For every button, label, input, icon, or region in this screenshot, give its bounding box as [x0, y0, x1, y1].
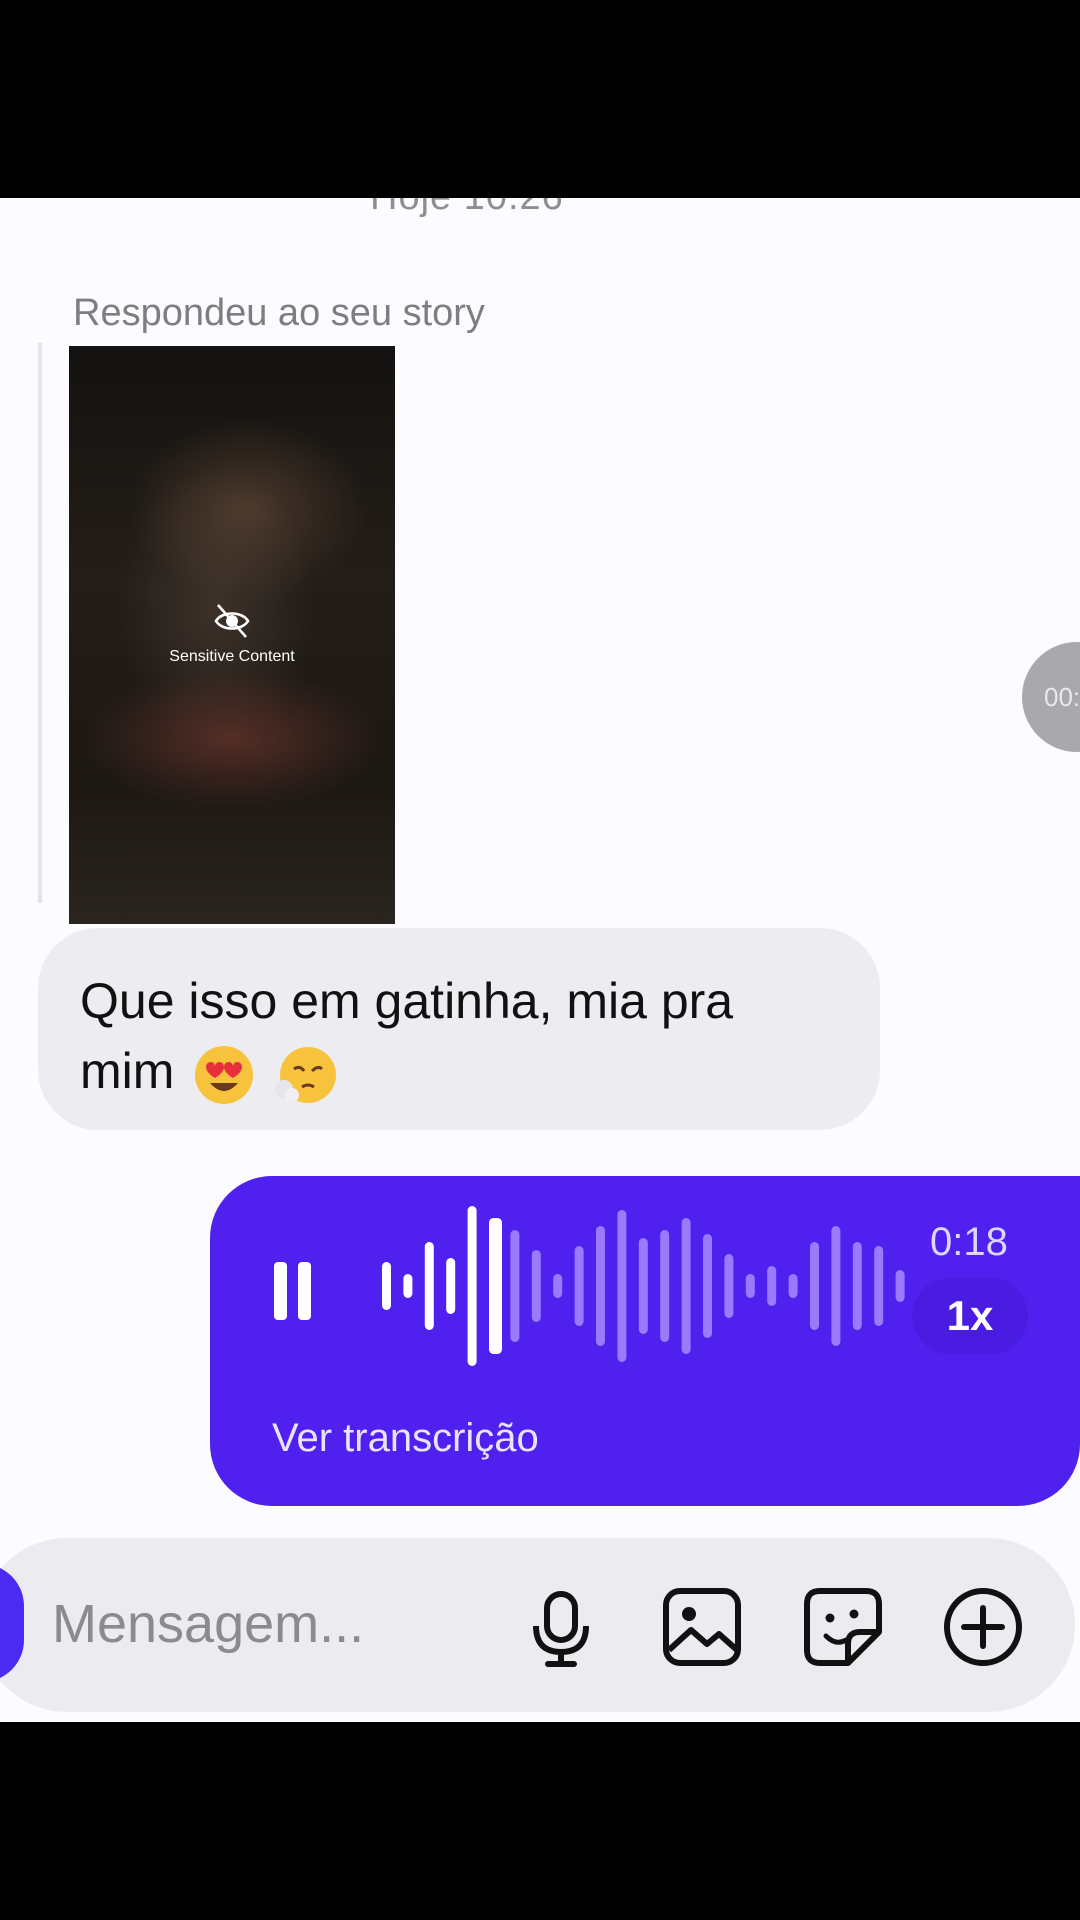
sensitive-content-label: Sensitive Content	[169, 648, 295, 665]
partial-audio-time: 00:	[1044, 682, 1080, 712]
reply-label: Respondeu ao seu story	[73, 292, 485, 334]
waveform-bar	[810, 1242, 819, 1330]
audio-duration: 0:18	[930, 1220, 1008, 1264]
waveform-bar	[446, 1258, 456, 1314]
hidden-eye-icon	[214, 604, 250, 638]
received-message-text: Que isso em gatinha, mia pra mim	[80, 973, 734, 1099]
waveform-bar	[403, 1274, 413, 1298]
waveform-bar	[767, 1266, 777, 1306]
microphone-icon[interactable]	[520, 1586, 602, 1668]
waveform-bar	[703, 1234, 712, 1338]
waveform-bar	[895, 1270, 905, 1302]
waveform-bar	[831, 1226, 841, 1346]
waveform-bar	[724, 1254, 734, 1318]
waveform-bar	[424, 1242, 434, 1330]
received-message-bubble[interactable]: Que isso em gatinha, mia pra mim	[38, 928, 880, 1130]
waveform-bar	[852, 1242, 862, 1330]
add-icon[interactable]	[942, 1586, 1024, 1668]
waveform-bar	[638, 1238, 648, 1334]
sticker-icon[interactable]	[802, 1586, 884, 1668]
chat-screen: Hoje 10:26 Respondeu ao seu story Sensit…	[0, 198, 1080, 1722]
message-input[interactable]: Mensagem...	[52, 1593, 364, 1655]
reply-indicator-line	[38, 343, 42, 903]
waveform-bar	[745, 1274, 755, 1298]
waveform-bar	[596, 1226, 605, 1346]
waveform-bar	[574, 1246, 584, 1326]
waveform-bar	[681, 1218, 691, 1354]
waveform-bar	[874, 1246, 884, 1326]
waveform-bar	[553, 1274, 563, 1298]
gallery-icon[interactable]	[661, 1586, 743, 1668]
received-message: Que isso em gatinha, mia pra mim	[80, 966, 840, 1107]
partial-audio-bubble[interactable]: 00:	[1022, 642, 1080, 752]
waveform-bar	[660, 1230, 670, 1342]
chat-timestamp: Hoje 10:26	[370, 198, 564, 219]
waveform-bar	[510, 1230, 520, 1342]
face-exhaling-emoji	[275, 1046, 337, 1103]
story-thumbnail[interactable]: Sensitive Content	[69, 346, 395, 924]
voice-message-bubble[interactable]: 0:18 1x Ver transcrição	[210, 1176, 1080, 1506]
view-transcript-link[interactable]: Ver transcrição	[272, 1416, 539, 1461]
waveform-bar	[382, 1262, 391, 1310]
heart-eyes-emoji	[195, 1045, 254, 1104]
waveform-bar	[788, 1274, 798, 1298]
waveform-bar	[531, 1250, 541, 1322]
waveform-bar	[467, 1206, 477, 1366]
playback-speed-button[interactable]: 1x	[912, 1278, 1028, 1354]
waveform-playhead	[489, 1218, 502, 1354]
waveform-bar	[617, 1210, 627, 1362]
